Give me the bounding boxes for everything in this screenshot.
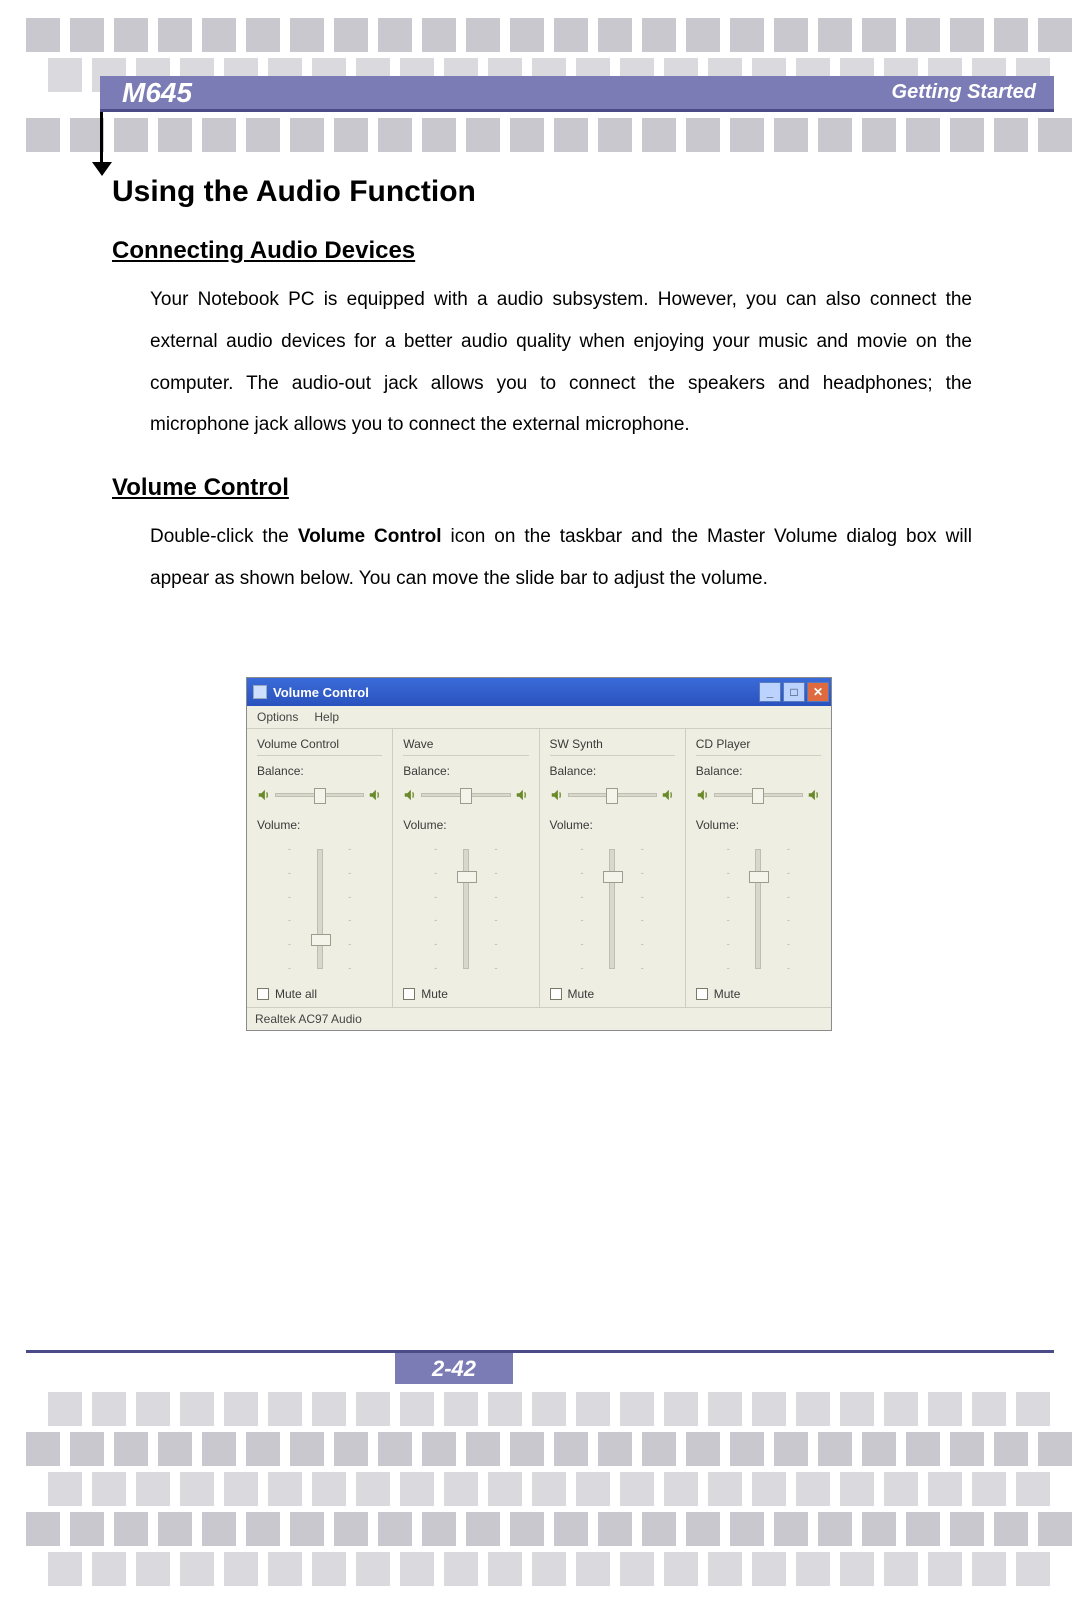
- channel-title: CD Player: [696, 737, 821, 751]
- volume-slider[interactable]: [609, 849, 615, 969]
- mute-label: Mute: [714, 987, 741, 1001]
- speaker-right-icon: [807, 788, 821, 802]
- channel-title: Wave: [403, 737, 528, 751]
- page-number: 2-42: [395, 1350, 513, 1384]
- balance-label: Balance:: [550, 764, 675, 778]
- speaker-right-icon: [515, 788, 529, 802]
- balance-slider[interactable]: [714, 793, 803, 797]
- mixer-channel: Volume ControlBalance:Volume:-----------…: [247, 729, 393, 1007]
- balance-label: Balance:: [696, 764, 821, 778]
- speaker-left-icon: [403, 788, 417, 802]
- volume-label: Volume:: [696, 818, 821, 832]
- mute-label: Mute: [568, 987, 595, 1001]
- paragraph-volume: Double-click the Volume Control icon on …: [150, 516, 972, 600]
- pointer-arrow-icon: [92, 162, 112, 176]
- paragraph-volume-bold: Volume Control: [298, 526, 442, 547]
- volume-slider[interactable]: [755, 849, 761, 969]
- dialog-status: Realtek AC97 Audio: [247, 1007, 831, 1030]
- paragraph-volume-pre: Double-click the: [150, 526, 298, 547]
- mute-checkbox[interactable]: [403, 988, 415, 1000]
- volume-label: Volume:: [550, 818, 675, 832]
- mixer-channel: WaveBalance:Volume:------------Mute: [393, 729, 539, 1007]
- header-bar: M645 Getting Started: [100, 76, 1054, 112]
- balance-label: Balance:: [257, 764, 382, 778]
- dialog-titlebar[interactable]: Volume Control _ □ ✕: [247, 678, 831, 706]
- speaker-right-icon: [368, 788, 382, 802]
- channel-title: Volume Control: [257, 737, 382, 751]
- minimize-button[interactable]: _: [759, 682, 781, 702]
- paragraph-connecting: Your Notebook PC is equipped with a audi…: [150, 279, 972, 446]
- model-label: M645: [122, 77, 192, 109]
- subheading-connecting: Connecting Audio Devices: [112, 237, 972, 265]
- page-title: Using the Audio Function: [112, 175, 972, 209]
- menu-options[interactable]: Options: [257, 710, 298, 724]
- subheading-volume: Volume Control: [112, 474, 972, 502]
- volume-slider[interactable]: [463, 849, 469, 969]
- mute-checkbox[interactable]: [550, 988, 562, 1000]
- mute-label: Mute: [421, 987, 448, 1001]
- balance-slider[interactable]: [275, 793, 364, 797]
- volume-control-dialog: Volume Control _ □ ✕ Options Help Volume…: [246, 677, 832, 1031]
- mixer-channel: CD PlayerBalance:Volume:------------Mute: [686, 729, 831, 1007]
- section-label: Getting Started: [892, 81, 1036, 104]
- dialog-title: Volume Control: [273, 685, 369, 700]
- maximize-button[interactable]: □: [783, 682, 805, 702]
- mute-label: Mute all: [275, 987, 317, 1001]
- balance-slider[interactable]: [421, 793, 510, 797]
- mute-checkbox[interactable]: [696, 988, 708, 1000]
- volume-label: Volume:: [257, 818, 382, 832]
- volume-slider[interactable]: [317, 849, 323, 969]
- menu-help[interactable]: Help: [314, 710, 339, 724]
- balance-slider[interactable]: [568, 793, 657, 797]
- balance-label: Balance:: [403, 764, 528, 778]
- dialog-menubar: Options Help: [247, 706, 831, 729]
- volume-label: Volume:: [403, 818, 528, 832]
- speaker-right-icon: [661, 788, 675, 802]
- mixer-channel: SW SynthBalance:Volume:------------Mute: [540, 729, 686, 1007]
- pointer-line: [100, 112, 103, 168]
- mute-checkbox[interactable]: [257, 988, 269, 1000]
- channel-title: SW Synth: [550, 737, 675, 751]
- speaker-left-icon: [550, 788, 564, 802]
- speaker-left-icon: [257, 788, 271, 802]
- speaker-left-icon: [696, 788, 710, 802]
- close-button[interactable]: ✕: [807, 682, 829, 702]
- app-icon: [253, 685, 267, 699]
- footer-rule: [26, 1350, 1054, 1353]
